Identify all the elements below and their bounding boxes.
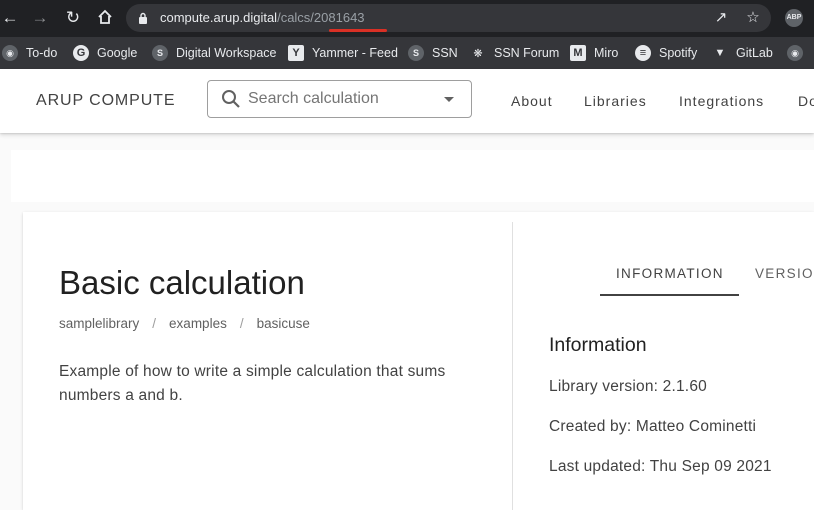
bookmark-overflow[interactable]: ◉ [787, 37, 811, 69]
breadcrumb-separator: / [239, 316, 244, 331]
tab-information[interactable]: INFORMATION [616, 266, 724, 281]
brand-logo[interactable]: ARUP COMPUTE [36, 92, 175, 110]
app-header: ARUP COMPUTE About Libraries Integration… [0, 69, 814, 133]
column-divider [512, 222, 513, 510]
dropdown-arrow-icon[interactable] [444, 97, 454, 102]
breadcrumb-separator: / [152, 316, 157, 331]
search-box[interactable] [207, 80, 472, 118]
last-updated: Last updated: Thu Sep 09 2021 [549, 458, 772, 475]
sharepoint-icon: S [408, 45, 424, 61]
star-icon[interactable]: ☆ [744, 9, 762, 27]
breadcrumb: samplelibrary / examples / basicuse [59, 316, 310, 331]
nav-about[interactable]: About [511, 93, 553, 109]
breadcrumb-folder[interactable]: examples [169, 316, 227, 331]
google-icon: G [73, 45, 89, 61]
bookmark-digital-workspace[interactable]: S Digital Workspace [152, 37, 277, 69]
browser-toolbar: ← → ↻ compute.arup.digital/calcs/2081643… [0, 0, 814, 37]
bookmark-google[interactable]: G Google [73, 37, 137, 69]
adblock-extension-icon[interactable]: ABP [785, 9, 803, 27]
tab-versions[interactable]: VERSIONS [755, 266, 814, 281]
info-heading: Information [549, 334, 647, 356]
reload-icon[interactable]: ↻ [63, 8, 83, 28]
miro-icon: M [570, 45, 586, 61]
breadcrumb-library[interactable]: samplelibrary [59, 316, 139, 331]
library-version: Library version: 2.1.60 [549, 378, 707, 395]
bookmark-todo[interactable]: ◉ To-do [2, 37, 57, 69]
nav-libraries[interactable]: Libraries [584, 93, 647, 109]
sharepoint-icon: S [152, 45, 168, 61]
bookmark-ssn[interactable]: S SSN [408, 37, 458, 69]
address-bar[interactable]: compute.arup.digital/calcs/2081643 ↗ ☆ [126, 4, 771, 32]
bookmark-ssn-forum[interactable]: ❋ SSN Forum [470, 37, 559, 69]
home-icon[interactable] [95, 8, 115, 28]
forward-icon[interactable]: → [30, 8, 50, 28]
back-icon[interactable]: ← [0, 8, 20, 28]
search-input[interactable] [248, 89, 428, 109]
bookmarks-bar: ◉ To-do G Google S Digital Workspace Y Yamme… [0, 37, 814, 69]
active-tab-indicator [600, 294, 739, 296]
share-icon[interactable]: ↗ [712, 9, 730, 27]
search-icon [222, 90, 240, 108]
nav-integrations[interactable]: Integrations [679, 93, 764, 109]
bookmark-spotify[interactable]: ≡ Spotify [635, 37, 697, 69]
gitlab-icon: ▼ [714, 47, 726, 59]
url-highlight-underline [329, 29, 387, 32]
lock-icon [139, 12, 147, 24]
github-icon: ◉ [2, 45, 18, 61]
slack-icon: ❋ [473, 47, 483, 60]
bookmark-yammer[interactable]: Y Yammer - Feed [288, 37, 398, 69]
bookmark-gitlab[interactable]: ▼ GitLab [712, 37, 773, 69]
calc-description: Example of how to write a simple calcula… [59, 363, 446, 404]
bookmark-miro[interactable]: M Miro [570, 37, 618, 69]
nav-docs[interactable]: Do [798, 93, 814, 109]
yammer-icon: Y [288, 45, 304, 61]
url-text: compute.arup.digital/calcs/2081643 [160, 10, 365, 25]
calculation-card: Basic calculation samplelibrary / examples… [23, 212, 814, 510]
page-title: Basic calculation [59, 264, 305, 301]
top-card [11, 150, 814, 202]
breadcrumb-calc[interactable]: basicuse [257, 316, 310, 331]
created-by: Created by: Matteo Cominetti [549, 418, 757, 435]
spotify-icon: ≡ [635, 45, 651, 61]
github-icon: ◉ [787, 45, 803, 61]
